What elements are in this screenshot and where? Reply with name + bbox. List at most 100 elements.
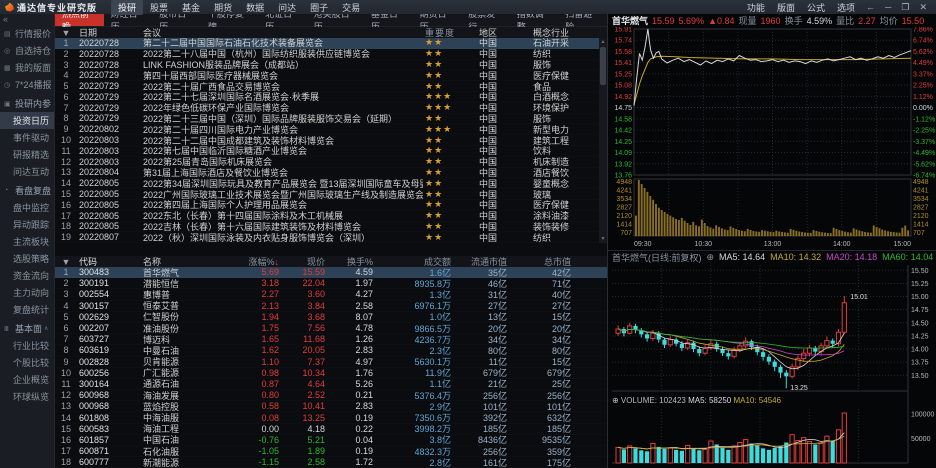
tab-股票发行[interactable]: 股票发行 (461, 14, 510, 26)
row-importance: ★★★ (423, 91, 477, 102)
row-turnover: 0.19 (327, 446, 375, 456)
menu-item[interactable]: 功能 (741, 0, 771, 15)
sidebar-item[interactable]: 异动跟踪 (0, 216, 54, 233)
row-date: 20220807 (77, 232, 141, 242)
row-total-cap: 175亿 (509, 456, 573, 468)
vol-axis-label: 4948 (913, 179, 929, 186)
maximize-icon[interactable]: ❐ (896, 1, 914, 14)
sidebar-item[interactable]: 投资日历 (0, 112, 54, 129)
row-pct: 0.87 (229, 379, 281, 389)
row-turnover: 4.27 (327, 289, 375, 299)
menu-item[interactable]: 版面 (771, 0, 801, 15)
vol-label: 现量 (739, 14, 757, 27)
row-code: 603727 (77, 334, 141, 344)
sidebar-collapse-icon[interactable]: « (0, 14, 54, 25)
menu-item[interactable]: 基金 (175, 0, 207, 15)
sidebar-item[interactable]: 环球纵览 (0, 388, 54, 405)
high-annotation: 15.01 (850, 294, 868, 301)
center-panels: ▼日期会议重要度地区概念行业 120220728第二十二届中国国际石油石化技术装… (55, 27, 607, 468)
price-axis-label: 15.41 (614, 60, 632, 67)
filter-icon[interactable]: ▼ (55, 257, 77, 267)
menu-item[interactable]: 问达 (271, 0, 303, 15)
row-seq: 16 (55, 435, 77, 445)
tab-财经日历[interactable]: 财经日历 (104, 14, 153, 26)
calendar-scrollbar[interactable]: ▲ ▼ (599, 38, 607, 243)
tab-个股停复牌[interactable]: 个股停复牌 (201, 14, 258, 26)
time-axis-label: 14:00 (833, 241, 851, 248)
sidebar-item[interactable]: 个股比较 (0, 354, 54, 371)
tab-指数调整[interactable]: 指数调整 (510, 14, 559, 26)
kline-chart-header: 首华燃气(日线:前复权)⊕MA5: 14.64MA10: 14.32MA20: … (608, 250, 936, 263)
price-axis-label: 14.75 (614, 105, 632, 112)
sidebar-item[interactable]: 研报精选 (0, 146, 54, 163)
sidebar-item[interactable]: 企业概览 (0, 371, 54, 388)
row-seq: 10 (55, 135, 77, 145)
row-seq: 15 (55, 424, 77, 434)
menu-item[interactable]: 投研 (111, 0, 143, 15)
sidebar-item[interactable]: 主力动向 (0, 284, 54, 301)
quotes-table-header: ▼代码名称涨幅%↓现价换手%成交额流通市值总市值 (55, 256, 607, 267)
tab-港美股日历[interactable]: 港美股日历 (307, 14, 364, 26)
row-price: 1.89 (281, 446, 327, 456)
price-axis-label: 13.75 (911, 360, 929, 367)
menu-item[interactable]: 数据 (239, 0, 271, 15)
row-importance: ★★★ (423, 124, 477, 135)
pct-axis-label: -1.12% (913, 116, 935, 123)
price-axis-label: 14.92 (614, 94, 632, 101)
avg-value: 15.50 (902, 16, 925, 26)
menu-item[interactable]: 选项 (831, 0, 861, 15)
row-pct: 0.00 (229, 424, 281, 434)
row-pct: -0.76 (229, 435, 281, 445)
tab-扫雷避险[interactable]: 扫雷避险 (558, 14, 607, 26)
row-turnover: 5.26 (327, 379, 375, 389)
ma-value: MA60: 14.04 (882, 252, 933, 262)
sidebar-item[interactable]: ◎自选持仓 (0, 42, 54, 59)
sidebar-group[interactable]: Ⅲ基本面∧ (0, 320, 54, 337)
sidebar-item[interactable]: 复盘统计 (0, 301, 54, 318)
sidebar-item[interactable]: ◷7*24播报 (0, 76, 54, 93)
tab-基金日历[interactable]: 基金日历 (364, 14, 413, 26)
row-importance: ★★ (423, 135, 477, 146)
sidebar-group[interactable]: ▣投研内参∧ (0, 95, 54, 112)
scroll-up-icon[interactable]: ▲ (599, 38, 607, 46)
sidebar-item[interactable]: ▤行情报价 (0, 25, 54, 42)
sidebar-item[interactable]: 选股策略 (0, 250, 54, 267)
sidebar-group[interactable]: ◔看盘复盘∧ (0, 182, 54, 199)
menu-item[interactable]: 股票 (143, 0, 175, 15)
vol-axis-label: 50000 (911, 436, 931, 443)
tab-北证日历[interactable]: 北证日历 (258, 14, 307, 26)
sidebar-item[interactable]: 盘中监控 (0, 199, 54, 216)
kline-chart[interactable]: 15.5015.2515.0014.7514.5014.2514.0013.75… (608, 263, 936, 468)
row-turnover: 2.58 (327, 301, 375, 311)
sidebar-item[interactable]: ▦我的版面 (0, 59, 54, 76)
filter-icon[interactable]: ▼ (55, 28, 77, 38)
menu-item[interactable]: 圈子 (303, 0, 335, 15)
menu-item[interactable]: 期货 (207, 0, 239, 15)
menu-item[interactable]: 公式 (801, 0, 831, 15)
row-code: 300483 (77, 267, 141, 277)
turnover-label: 换手 (785, 14, 803, 27)
sidebar-item[interactable]: 行业比较 (0, 337, 54, 354)
row-importance: ★★ (423, 232, 477, 243)
sidebar-item[interactable]: 主流板块 (0, 233, 54, 250)
scroll-thumb[interactable] (600, 47, 606, 85)
intraday-chart[interactable]: 15.917.86%15.746.74%15.585.62%15.414.49%… (608, 27, 936, 250)
sidebar-item[interactable]: 资金流向 (0, 267, 54, 284)
row-price: 15.59 (281, 267, 327, 277)
table-row[interactable]: 18600777新潮能源-1.152.581.722.8亿161亿175亿 (55, 457, 607, 468)
sidebar-item[interactable]: 问达互动 (0, 163, 54, 180)
row-pct: 0.98 (229, 368, 281, 378)
sidebar-item[interactable]: 事件驱动 (0, 129, 54, 146)
tab-热点前瞻[interactable]: 热点前瞻 (55, 14, 104, 26)
close-icon[interactable]: ✕ (914, 1, 932, 14)
row-date: 20220728 (77, 60, 141, 70)
minimize-icon[interactable]: ─ (880, 1, 896, 14)
scroll-down-icon[interactable]: ▼ (599, 235, 607, 243)
menu-item[interactable]: 交易 (335, 0, 367, 15)
vol-axis-label: 2120 (616, 213, 632, 220)
table-row[interactable]: 19202208072022（秋）深圳国际泳装及内衣贴身服饰博览会（深圳）★★中… (55, 232, 607, 243)
sidebar-item-icon: ◎ (4, 47, 13, 55)
tab-期货日历[interactable]: 期货日历 (413, 14, 462, 26)
tab-股市日历[interactable]: 股市日历 (152, 14, 201, 26)
back-icon[interactable]: ← (861, 1, 880, 14)
